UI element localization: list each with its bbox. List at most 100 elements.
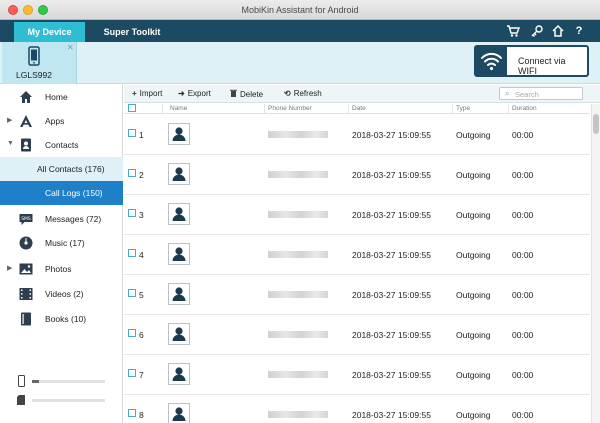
search-icon: ⌕ [505,89,510,98]
column-header-phone[interactable]: Phone Number [268,105,312,112]
column-header-date[interactable]: Date [352,105,366,112]
sd-storage-bar [32,399,105,402]
home-icon [18,89,34,105]
row-checkbox[interactable] [128,209,136,217]
device-close-icon[interactable]: ✕ [67,43,74,52]
row-date: 2018-03-27 15:09:55 [352,290,431,300]
sidebar-item-music[interactable]: Music (17) [0,231,123,255]
row-duration: 00:00 [512,410,534,420]
contact-avatar-icon [168,323,190,345]
sidebar-item-photos[interactable]: ▶ Photos [0,257,123,281]
row-index: 5 [139,290,144,300]
contact-avatar-icon [168,243,190,265]
row-type: Outgoing [456,170,491,180]
books-icon [18,311,34,327]
import-button[interactable]: + Import [132,89,162,98]
tab-super-toolkit[interactable]: Super Toolkit [96,22,168,42]
select-all-checkbox[interactable] [128,104,136,112]
table-row[interactable]: 5 2018-03-27 15:09:55 Outgoing 00:00 [124,275,590,315]
contact-avatar-icon [168,363,190,385]
row-duration: 00:00 [512,170,534,180]
window-title: MobiKin Assistant for Android [241,5,359,15]
table-row[interactable]: 6 2018-03-27 15:09:55 Outgoing 00:00 [124,315,590,355]
contact-avatar-icon [168,163,190,185]
trash-icon [230,89,237,99]
connect-wifi-button[interactable]: Connect via WIFI [474,45,589,77]
refresh-button[interactable]: ⟲ Refresh [284,89,322,98]
key-icon[interactable] [530,24,544,38]
sidebar-item-label: Videos (2) [45,289,84,299]
row-checkbox[interactable] [128,249,136,257]
row-checkbox[interactable] [128,369,136,377]
row-index: 2 [139,170,144,180]
row-date: 2018-03-27 15:09:55 [352,130,431,140]
row-checkbox[interactable] [128,329,136,337]
table-row[interactable]: 4 2018-03-27 15:09:55 Outgoing 00:00 [124,235,590,275]
phone-number-redacted [268,371,328,378]
row-index: 8 [139,410,144,420]
sidebar-item-books[interactable]: Books (10) [0,307,123,331]
caret-right-icon[interactable]: ▶ [7,116,12,124]
internal-storage-bar [32,380,105,383]
sidebar-item-apps[interactable]: ▶ Apps [0,109,123,133]
apps-icon [18,113,34,129]
column-header-name[interactable]: Name [170,105,187,112]
row-type: Outgoing [456,210,491,220]
row-type: Outgoing [456,130,491,140]
column-header-duration[interactable]: Duration [512,105,537,112]
row-type: Outgoing [456,370,491,380]
row-date: 2018-03-27 15:09:55 [352,250,431,260]
internal-storage-row [16,375,108,387]
table-row[interactable]: 2 2018-03-27 15:09:55 Outgoing 00:00 [124,155,590,195]
device-card[interactable]: ✕ LGLS992 [2,42,77,84]
tab-my-device[interactable]: My Device [14,22,85,42]
caret-right-icon[interactable]: ▶ [7,264,12,272]
toolbar: + Import ➜ Export Delete ⟲ Refresh ⌕ Search [124,85,600,103]
sidebar-item-label: Photos [45,264,72,274]
row-date: 2018-03-27 15:09:55 [352,330,431,340]
scrollbar-thumb[interactable] [593,114,599,134]
table-row[interactable]: 3 2018-03-27 15:09:55 Outgoing 00:00 [124,195,590,235]
table-row[interactable]: 7 2018-03-27 15:09:55 Outgoing 00:00 [124,355,590,395]
column-separator [264,104,265,114]
sidebar-item-home[interactable]: Home [0,85,123,109]
row-checkbox[interactable] [128,289,136,297]
export-arrow-icon: ➜ [178,89,185,98]
videos-icon [18,286,34,302]
phone-number-redacted [268,411,328,418]
table-row[interactable]: 8 2018-03-27 15:09:55 Outgoing 00:00 [124,395,590,423]
cart-icon[interactable] [506,24,521,38]
music-icon [18,235,34,251]
phone-storage-icon [18,375,25,389]
row-index: 7 [139,370,144,380]
caret-down-icon[interactable]: ▼ [7,140,14,147]
phone-number-redacted [268,291,328,298]
sidebar-item-call-logs[interactable]: Call Logs (150) [0,181,123,205]
export-label: Export [187,89,211,98]
row-checkbox[interactable] [128,169,136,177]
plus-icon: + [132,89,137,98]
sidebar-item-contacts[interactable]: ▼ Contacts [0,133,123,157]
table-scrollbar[interactable] [591,104,600,423]
help-icon[interactable]: ? [572,24,586,38]
sidebar-item-messages[interactable]: SMS Messages (72) [0,207,123,231]
delete-button[interactable]: Delete [230,89,263,99]
search-input[interactable]: Search [515,90,539,99]
table-row[interactable]: 1 2018-03-27 15:09:55 Outgoing 00:00 [124,115,590,155]
row-duration: 00:00 [512,330,534,340]
row-duration: 00:00 [512,290,534,300]
row-checkbox[interactable] [128,409,136,417]
import-label: Import [139,89,163,98]
window-titlebar: MobiKin Assistant for Android [0,0,600,20]
row-duration: 00:00 [512,370,534,380]
sidebar-item-label: Music (17) [45,238,85,248]
home-icon[interactable] [551,24,565,38]
row-checkbox[interactable] [128,129,136,137]
phone-number-redacted [268,131,328,138]
sidebar-item-videos[interactable]: Videos (2) [0,282,123,306]
export-button[interactable]: ➜ Export [178,89,211,98]
sidebar-item-all-contacts[interactable]: All Contacts (176) [0,157,123,181]
column-header-type[interactable]: Type [456,105,470,112]
search-box[interactable]: ⌕ Search [499,87,583,100]
column-separator [348,104,349,114]
